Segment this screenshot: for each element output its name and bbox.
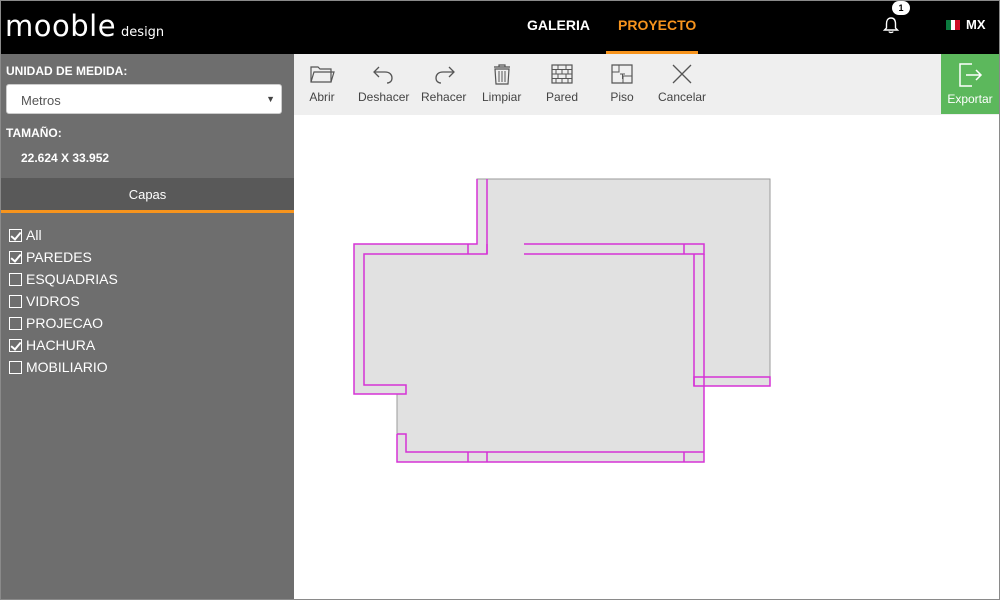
checkbox-icon[interactable] bbox=[9, 272, 22, 286]
cancelar-button[interactable]: Cancelar bbox=[658, 62, 706, 104]
size-value: 22.624 X 33.952 bbox=[21, 151, 110, 165]
export-button[interactable]: Exportar bbox=[941, 54, 999, 114]
pared-button[interactable]: Pared bbox=[546, 62, 578, 104]
pared-label: Pared bbox=[546, 90, 579, 104]
layer-hachura[interactable]: HACHURA bbox=[9, 334, 118, 356]
unit-select[interactable]: Metros ▼ bbox=[6, 84, 282, 114]
notification-badge: 1 bbox=[892, 1, 910, 15]
app-window: mooble design GALERIA PROYECTO 1 MX UNID… bbox=[0, 0, 1000, 600]
checkbox-icon[interactable] bbox=[9, 316, 22, 330]
drawing-canvas[interactable] bbox=[294, 115, 999, 600]
top-navbar: mooble design GALERIA PROYECTO 1 MX bbox=[1, 1, 999, 54]
logo-sub-text: design bbox=[121, 25, 165, 40]
country-code[interactable]: MX bbox=[966, 17, 986, 32]
toolbar: Abrir Deshacer Rehacer Limpiar Pared Pis… bbox=[294, 54, 999, 115]
dropdown-arrow-icon: ▼ bbox=[266, 94, 275, 104]
abrir-label: Abrir bbox=[309, 90, 335, 104]
sidebar: UNIDAD DE MEDIDA: Metros ▼ TAMAÑO: 22.62… bbox=[1, 54, 294, 599]
brand-logo[interactable]: mooble design bbox=[5, 9, 164, 43]
rehacer-label: Rehacer bbox=[421, 90, 467, 104]
export-icon bbox=[959, 63, 983, 87]
bell-icon[interactable] bbox=[882, 15, 900, 35]
layer-label: All bbox=[26, 227, 42, 243]
piso-label: Piso bbox=[610, 90, 634, 104]
abrir-button[interactable]: Abrir bbox=[309, 62, 335, 104]
trash-icon bbox=[493, 64, 510, 85]
limpiar-label: Limpiar bbox=[482, 90, 522, 104]
deshacer-button[interactable]: Deshacer bbox=[358, 62, 409, 104]
layer-all[interactable]: All bbox=[9, 224, 118, 246]
unit-select-value: Metros bbox=[21, 93, 61, 108]
mexico-flag-icon[interactable] bbox=[946, 20, 961, 30]
checkbox-icon[interactable] bbox=[9, 338, 22, 352]
tab-galeria[interactable]: GALERIA bbox=[527, 17, 590, 33]
layer-mobiliario[interactable]: MOBILIARIO bbox=[9, 356, 118, 378]
layer-label: PAREDES bbox=[26, 249, 92, 265]
undo-icon bbox=[372, 66, 393, 84]
layers-title: Capas bbox=[128, 187, 167, 202]
checkbox-icon[interactable] bbox=[9, 294, 22, 308]
redo-icon bbox=[435, 66, 455, 84]
size-label: TAMAÑO: bbox=[6, 126, 62, 140]
floor-area bbox=[353, 178, 771, 463]
floor-plan[interactable] bbox=[294, 115, 999, 600]
layer-paredes[interactable]: PAREDES bbox=[9, 246, 118, 268]
floor-icon bbox=[611, 64, 633, 84]
unit-label: UNIDAD DE MEDIDA: bbox=[6, 64, 128, 78]
layers-list: All PAREDES ESQUADRIAS VIDROS PROJECAO H… bbox=[9, 224, 118, 378]
deshacer-label: Deshacer bbox=[358, 90, 410, 104]
layer-vidros[interactable]: VIDROS bbox=[9, 290, 118, 312]
layer-label: HACHURA bbox=[26, 337, 96, 353]
tab-proyecto[interactable]: PROYECTO bbox=[618, 17, 696, 33]
rehacer-button[interactable]: Rehacer bbox=[421, 62, 466, 104]
layer-label: PROJECAO bbox=[26, 315, 104, 331]
layer-label: ESQUADRIAS bbox=[26, 271, 118, 287]
layer-projecao[interactable]: PROJECAO bbox=[9, 312, 118, 334]
wall-icon bbox=[551, 64, 573, 84]
layers-header: Capas bbox=[1, 178, 294, 213]
cancelar-label: Cancelar bbox=[658, 90, 707, 104]
folder-icon bbox=[310, 66, 335, 83]
close-icon bbox=[672, 64, 692, 84]
layer-label: VIDROS bbox=[26, 293, 80, 309]
checkbox-icon[interactable] bbox=[9, 228, 22, 242]
layer-esquadrias[interactable]: ESQUADRIAS bbox=[9, 268, 118, 290]
logo-main-text: mooble bbox=[5, 9, 117, 43]
limpiar-button[interactable]: Limpiar bbox=[482, 62, 521, 104]
layer-label: MOBILIARIO bbox=[26, 359, 108, 375]
piso-button[interactable]: Piso bbox=[609, 62, 635, 104]
checkbox-icon[interactable] bbox=[9, 360, 22, 374]
export-label: Exportar bbox=[947, 92, 993, 106]
checkbox-icon[interactable] bbox=[9, 250, 22, 264]
